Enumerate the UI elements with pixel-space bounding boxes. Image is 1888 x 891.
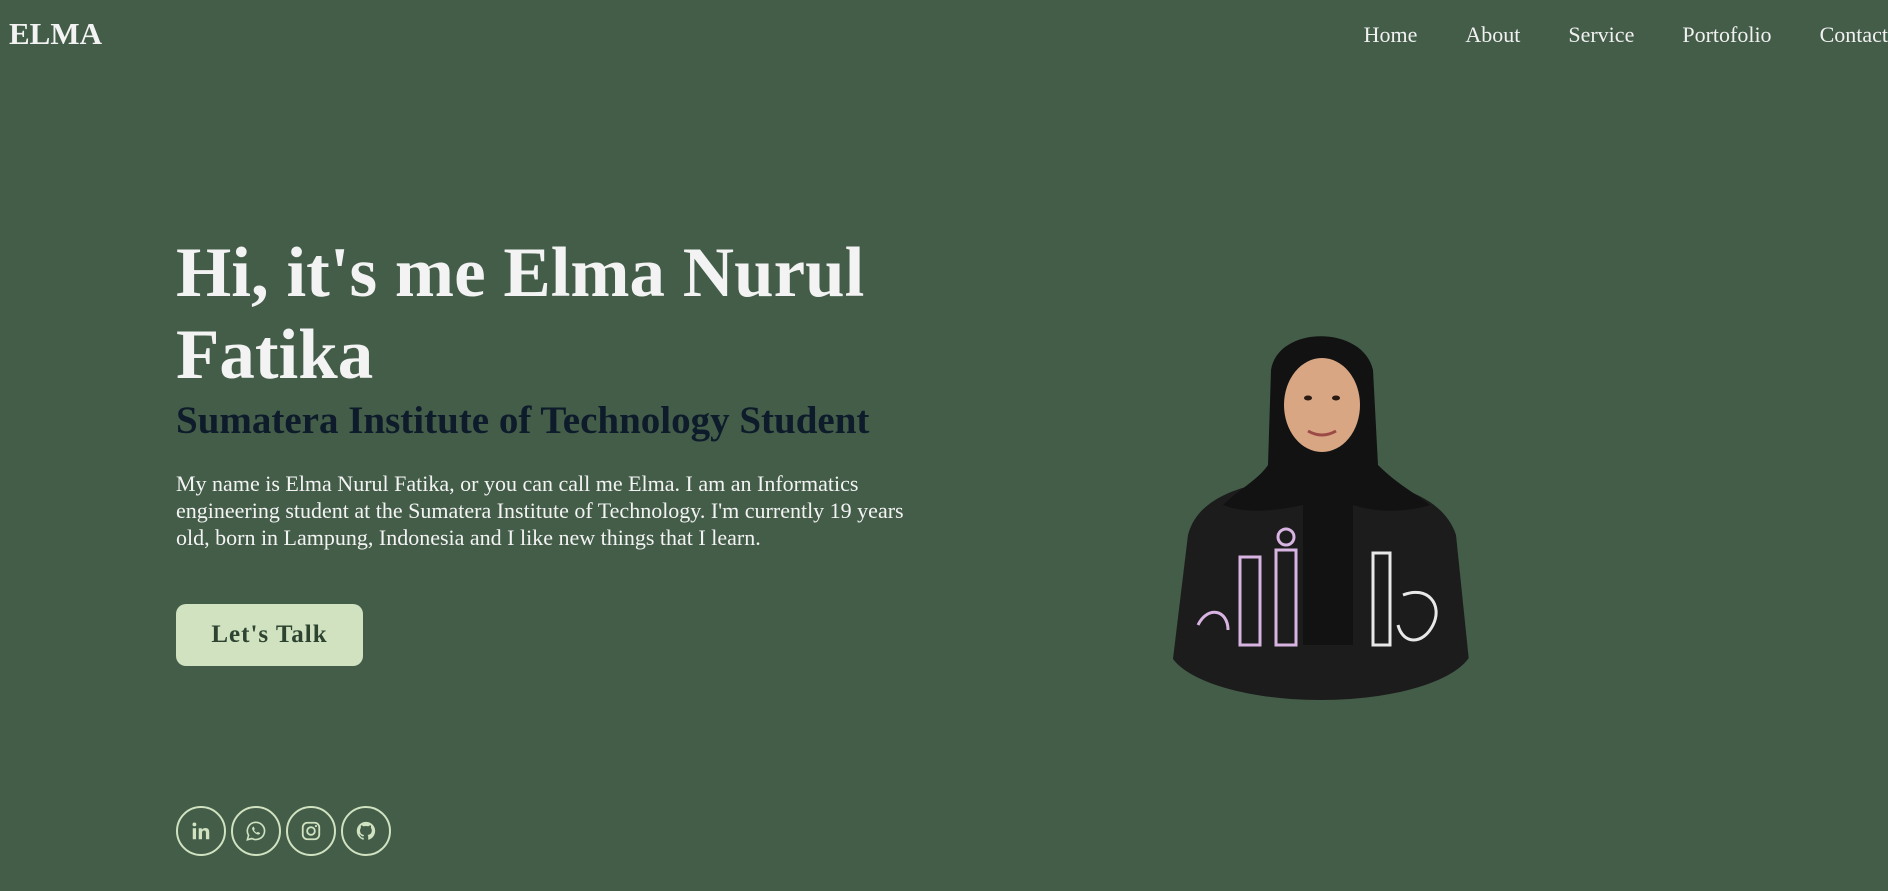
hero-subtitle: Sumatera Institute of Technology Student	[176, 399, 870, 442]
nav-home[interactable]: Home	[1364, 22, 1418, 48]
logo[interactable]: ELMA	[9, 16, 102, 52]
profile-photo	[1168, 336, 1473, 700]
page: ELMA Home About Service Portofolio Conta…	[0, 0, 1888, 891]
nav-about[interactable]: About	[1465, 22, 1520, 48]
linkedin-icon	[192, 822, 210, 840]
instagram-link[interactable]	[286, 806, 336, 856]
instagram-icon	[301, 821, 321, 841]
linkedin-link[interactable]	[176, 806, 226, 856]
github-link[interactable]	[341, 806, 391, 856]
lets-talk-button[interactable]: Let's Talk	[176, 604, 363, 666]
github-icon	[356, 821, 376, 840]
hero-description: My name is Elma Nurul Fatika, or you can…	[176, 471, 904, 550]
hero-title: Hi, it's me Elma Nurul Fatika	[176, 234, 865, 394]
site-header: ELMA Home About Service Portofolio Conta…	[0, 0, 1888, 74]
whatsapp-link[interactable]	[231, 806, 281, 856]
nav-contact[interactable]: Contact	[1820, 22, 1888, 48]
main-nav: Home About Service Portofolio Contact	[1316, 22, 1888, 48]
social-links	[176, 806, 391, 856]
whatsapp-icon	[246, 821, 266, 841]
nav-portofolio[interactable]: Portofolio	[1682, 22, 1771, 48]
hero-section: Hi, it's me Elma Nurul Fatika Sumatera I…	[176, 232, 956, 551]
nav-service[interactable]: Service	[1568, 22, 1634, 48]
